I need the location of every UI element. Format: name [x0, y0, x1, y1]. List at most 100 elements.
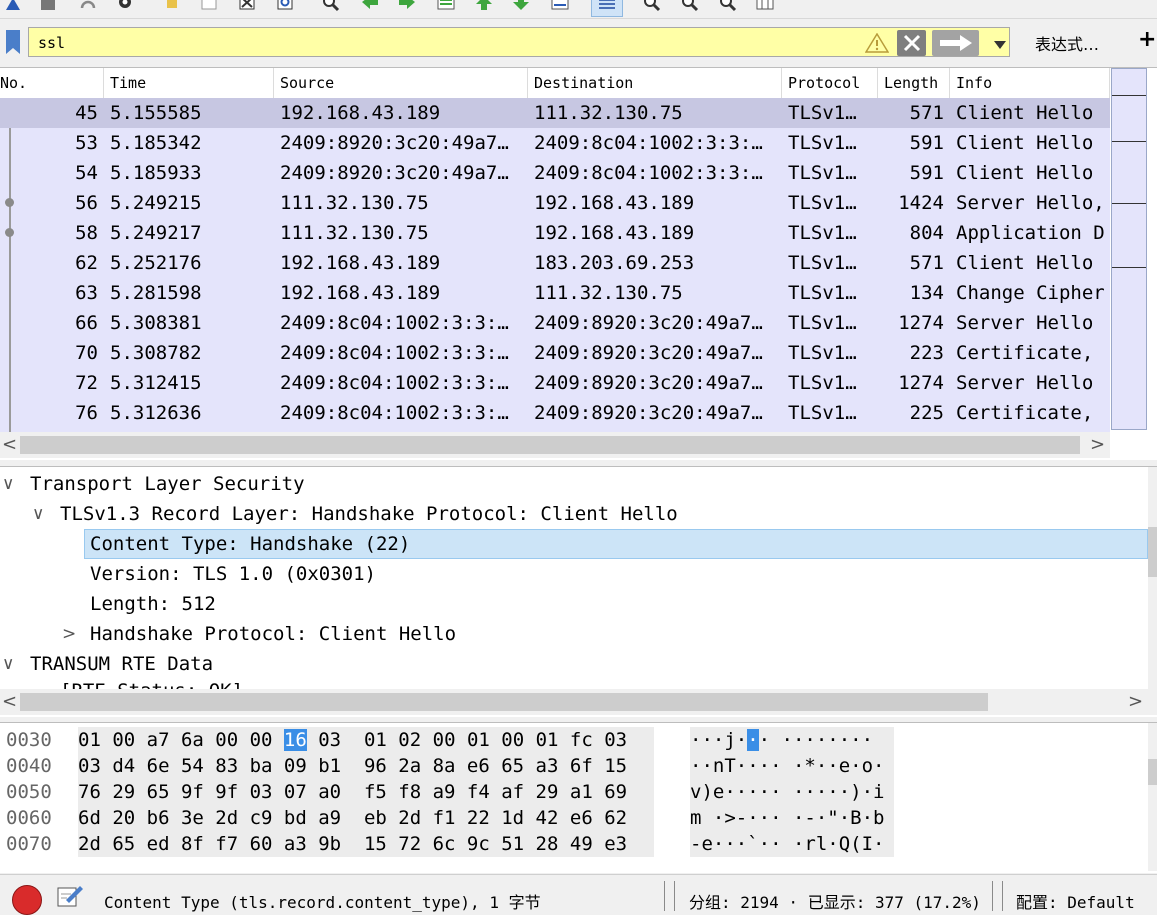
- cell-destination: 111.32.130.75: [534, 102, 683, 124]
- scrollbar-thumb[interactable]: [20, 436, 1080, 454]
- expert-info-icon[interactable]: [12, 885, 42, 915]
- scroll-right-icon[interactable]: >: [1090, 434, 1105, 455]
- cell-length: 571: [909, 102, 944, 124]
- ascii-bytes[interactable]: ··nT···· ·*··e·o·: [690, 753, 894, 779]
- find-packet-icon[interactable]: [321, 0, 341, 16]
- scrollbar-thumb[interactable]: [1148, 527, 1157, 577]
- packet-minimap[interactable]: [1111, 68, 1147, 430]
- packet-details-tree: ∨ Transport Layer Security ∨ TLSv1.3 Rec…: [0, 466, 1157, 717]
- go-back-icon[interactable]: [360, 0, 380, 16]
- scrollbar-thumb[interactable]: [1148, 759, 1157, 785]
- colorize-icon[interactable]: [591, 0, 623, 17]
- ascii-bytes[interactable]: v)e····· ·····)·i: [690, 779, 894, 805]
- tree-item-record-layer[interactable]: ∨ TLSv1.3 Record Layer: Handshake Protoc…: [0, 499, 1148, 529]
- cell-info: Certificate,: [956, 342, 1094, 364]
- packet-list-horizontal-scrollbar[interactable]: < >: [0, 432, 1110, 458]
- collapse-icon[interactable]: ∨: [2, 649, 14, 679]
- cell-destination: 192.168.43.189: [534, 192, 695, 214]
- ascii-bytes[interactable]: -e···`·· ·rl·Q(I·: [690, 831, 894, 857]
- go-first-icon[interactable]: [474, 0, 494, 16]
- filter-bookmark-icon[interactable]: [4, 30, 22, 56]
- hex-bytes[interactable]: 76 29 65 9f 9f 03 07 a0 f5 f8 a9 f4 af 2…: [78, 779, 654, 805]
- go-to-packet-icon[interactable]: [436, 0, 456, 16]
- tree-item-length[interactable]: Length: 512: [0, 589, 1148, 619]
- packet-row[interactable]: 54 5.185933 2409:8920:3c20:49a7… 2409:8c…: [0, 158, 1110, 188]
- collapse-icon[interactable]: ∨: [2, 469, 14, 499]
- selected-ascii[interactable]: ·: [747, 729, 759, 751]
- column-header-protocol[interactable]: Protocol: [782, 68, 878, 98]
- cell-info: Certificate,: [956, 402, 1094, 424]
- scroll-left-icon[interactable]: <: [2, 691, 17, 712]
- expression-button[interactable]: 表达式…: [1035, 31, 1099, 55]
- profile-label[interactable]: 配置: Default: [1016, 889, 1135, 913]
- cell-source: 2409:8c04:1002:3:3:…: [280, 402, 509, 424]
- open-file-icon[interactable]: [162, 0, 182, 16]
- column-header-time[interactable]: Time: [104, 68, 274, 98]
- scroll-right-icon[interactable]: >: [1128, 691, 1143, 712]
- collapse-icon[interactable]: ∨: [32, 499, 44, 529]
- expand-icon[interactable]: >: [62, 619, 76, 649]
- auto-scroll-icon[interactable]: [550, 0, 570, 16]
- filter-history-dropdown[interactable]: [992, 36, 1008, 55]
- packet-row[interactable]: 62 5.252176 192.168.43.189 183.203.69.25…: [0, 248, 1110, 278]
- packet-row[interactable]: 53 5.185342 2409:8920:3c20:49a7… 2409:8c…: [0, 128, 1110, 158]
- tree-item-content-type[interactable]: Content Type: Handshake (22): [84, 529, 1148, 559]
- tree-item-rte-status[interactable]: [RTE Status: OK]: [0, 677, 1148, 689]
- add-filter-button[interactable]: +: [1138, 27, 1156, 52]
- packet-row[interactable]: 56 5.249215 111.32.130.75 192.168.43.189…: [0, 188, 1110, 218]
- restart-capture-icon[interactable]: [78, 0, 98, 16]
- packet-list-header: No. Time Source Destination Protocol Len…: [0, 68, 1110, 99]
- normal-size-icon[interactable]: [718, 0, 738, 16]
- cell-source: 192.168.43.189: [280, 282, 441, 304]
- go-last-icon[interactable]: [511, 0, 531, 16]
- cell-source: 2409:8c04:1002:3:3:…: [280, 372, 509, 394]
- scroll-left-icon[interactable]: <: [2, 434, 17, 455]
- capture-options-icon[interactable]: [3, 0, 23, 16]
- tree-item-handshake[interactable]: > Handshake Protocol: Client Hello: [0, 619, 1148, 649]
- tree-item-version[interactable]: Version: TLS 1.0 (0x0301): [0, 559, 1148, 589]
- hex-bytes[interactable]: 2d 65 ed 8f f7 60 a3 9b 15 72 6c 9c 51 2…: [78, 831, 654, 857]
- bytes-vertical-scrollbar[interactable]: [1148, 723, 1157, 871]
- cell-no: 70: [75, 342, 98, 364]
- column-header-no[interactable]: No.: [0, 68, 104, 98]
- details-horizontal-scrollbar[interactable]: < >: [0, 689, 1157, 715]
- byte-offset: 0070: [6, 833, 52, 855]
- packet-row[interactable]: 72 5.312415 2409:8c04:1002:3:3:… 2409:89…: [0, 368, 1110, 398]
- tree-item-transum[interactable]: ∨ TRANSUM RTE Data: [0, 649, 1148, 679]
- cell-info: Client Hello: [956, 162, 1094, 184]
- ascii-bytes[interactable]: ···j··· ········: [690, 727, 894, 753]
- save-file-icon[interactable]: [199, 0, 219, 16]
- edit-comment-icon[interactable]: [56, 882, 84, 910]
- column-header-source[interactable]: Source: [274, 68, 528, 98]
- tree-item-tls[interactable]: ∨ Transport Layer Security: [0, 469, 1148, 499]
- clear-filter-button[interactable]: [897, 30, 926, 56]
- zoom-out-icon[interactable]: [680, 0, 700, 16]
- scrollbar-thumb[interactable]: [20, 693, 988, 711]
- apply-filter-button[interactable]: [932, 30, 979, 56]
- packet-row[interactable]: 63 5.281598 192.168.43.189 111.32.130.75…: [0, 278, 1110, 308]
- packet-row[interactable]: 70 5.308782 2409:8c04:1002:3:3:… 2409:89…: [0, 338, 1110, 368]
- packet-row[interactable]: 58 5.249217 111.32.130.75 192.168.43.189…: [0, 218, 1110, 248]
- display-filter-input[interactable]: ssl: [28, 27, 1010, 57]
- capture-settings-icon[interactable]: [115, 0, 135, 16]
- details-vertical-scrollbar[interactable]: [1148, 467, 1157, 689]
- go-forward-icon[interactable]: [397, 0, 417, 16]
- resize-columns-icon[interactable]: [755, 0, 775, 16]
- zoom-in-icon[interactable]: [642, 0, 662, 16]
- column-header-info[interactable]: Info: [950, 68, 1110, 98]
- cell-length: 591: [909, 162, 944, 184]
- stop-capture-icon[interactable]: [38, 0, 58, 16]
- column-header-length[interactable]: Length: [878, 68, 950, 98]
- hex-bytes[interactable]: 01 00 a7 6a 00 00 16 03 01 02 00 01 00 0…: [78, 727, 654, 753]
- ascii-bytes[interactable]: m ·>-··· ·-·"·B·b: [690, 805, 894, 831]
- packet-row[interactable]: 76 5.312636 2409:8c04:1002:3:3:… 2409:89…: [0, 398, 1110, 428]
- reload-icon[interactable]: [275, 0, 295, 16]
- packet-row[interactable]: 45 5.155585 192.168.43.189 111.32.130.75…: [0, 98, 1110, 128]
- column-header-destination[interactable]: Destination: [528, 68, 782, 98]
- selected-byte[interactable]: 16: [283, 729, 307, 751]
- hex-bytes[interactable]: 03 d4 6e 54 83 ba 09 b1 96 2a 8a e6 65 a…: [78, 753, 654, 779]
- hex-bytes[interactable]: 6d 20 b6 3e 2d c9 bd a9 eb 2d f1 22 1d 4…: [78, 805, 654, 831]
- close-file-icon[interactable]: [237, 0, 257, 16]
- cell-destination: 2409:8920:3c20:49a7…: [534, 342, 763, 364]
- packet-row[interactable]: 66 5.308381 2409:8c04:1002:3:3:… 2409:89…: [0, 308, 1110, 338]
